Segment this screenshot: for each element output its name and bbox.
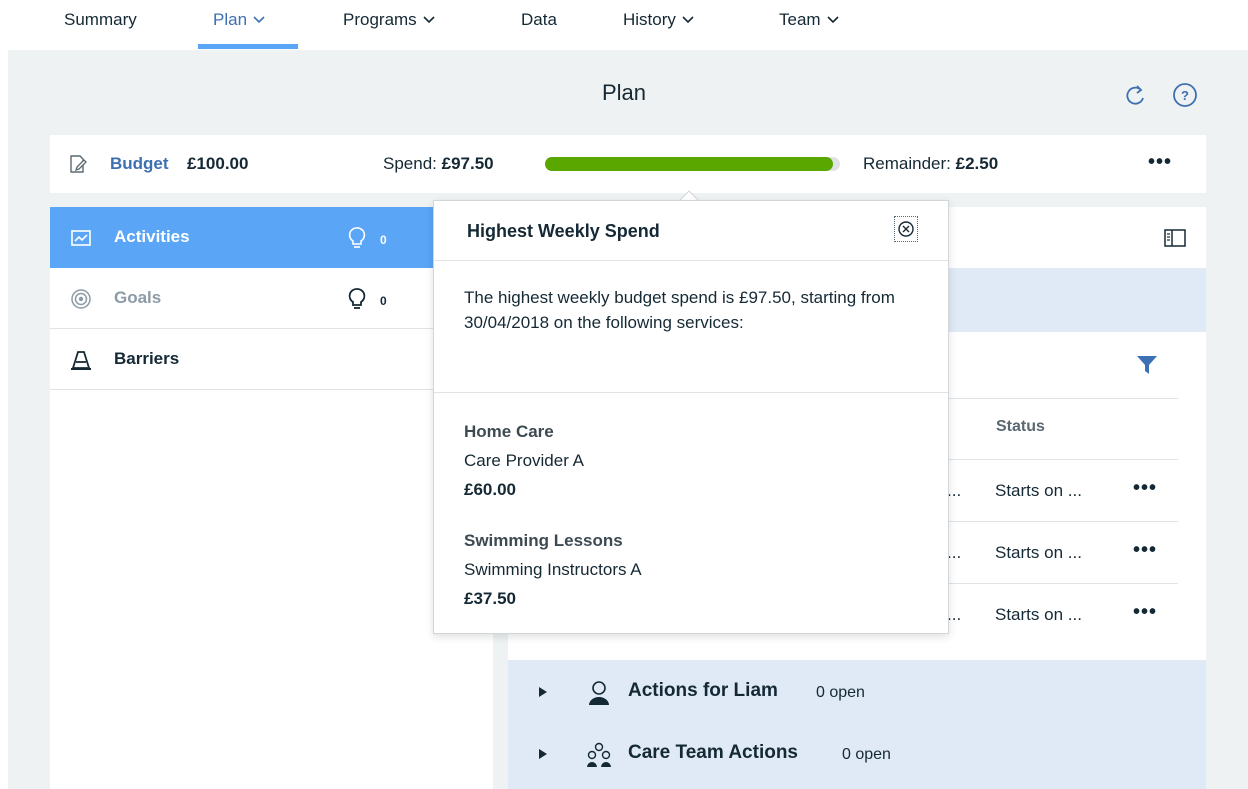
popover-title: Highest Weekly Spend: [467, 221, 660, 241]
sidebar-item-barriers[interactable]: Barriers: [50, 329, 493, 390]
remainder-label: Remainder: £2.50: [863, 154, 998, 174]
spend-progress-bar[interactable]: [545, 157, 840, 171]
budget-bar: Budget £100.00 Spend: £97.50 Remainder: …: [50, 135, 1206, 193]
page-title: Plan: [601, 80, 647, 105]
highest-weekly-spend-popover: Highest Weekly Spend The highest weekly …: [433, 200, 949, 634]
help-icon[interactable]: ?: [1172, 82, 1198, 108]
tab-history[interactable]: History: [623, 10, 694, 30]
tab-programs[interactable]: Programs: [343, 10, 435, 30]
row-overflow-menu-icon[interactable]: •••: [1133, 477, 1157, 500]
sidebar-item-label: Activities: [114, 227, 190, 246]
lightbulb-icon: [348, 288, 366, 309]
popover-description: The highest weekly budget spend is £97.5…: [464, 288, 895, 332]
care-team-actions-row[interactable]: Care Team Actions 0 open: [508, 726, 1206, 786]
table-cell-truncated: ...: [947, 481, 962, 500]
table-cell-status: Starts on ...: [995, 543, 1082, 562]
expand-caret-icon: [539, 687, 547, 697]
cone-icon: [71, 351, 91, 370]
tab-summary[interactable]: Summary: [64, 10, 137, 30]
tab-team[interactable]: Team: [779, 10, 839, 30]
service-amount: £37.50: [464, 589, 516, 608]
actions-section: Actions for Liam 0 open Care Team Action…: [508, 660, 1206, 789]
person-icon: [589, 681, 609, 705]
action-group-count: 0 open: [816, 684, 865, 701]
sidebar-item-goals[interactable]: Goals 0: [50, 268, 493, 329]
sidebar-item-count: 0: [380, 294, 387, 308]
service-provider: Swimming Instructors A: [464, 560, 642, 579]
remainder-value: £2.50: [955, 154, 999, 173]
filter-icon[interactable]: [1136, 354, 1158, 376]
budget-amount: £100.00: [187, 154, 249, 173]
table-cell-truncated: ...: [947, 605, 962, 624]
sidebar-item-count: 0: [380, 233, 387, 247]
spend-value: £97.50: [441, 154, 494, 173]
popover-divider: [434, 260, 948, 261]
close-button[interactable]: [894, 216, 918, 242]
chevron-down-icon: [827, 16, 839, 24]
top-navigation: Summary Plan Programs Data History Team: [0, 0, 1248, 50]
spend-caption: Spend:: [383, 154, 437, 173]
budget-overflow-menu-icon[interactable]: •••: [1148, 151, 1172, 174]
active-tab-indicator: [198, 44, 298, 49]
spend-progress-fill: [545, 157, 833, 171]
sidebar-item-label: Goals: [114, 288, 162, 307]
team-icon: [587, 742, 611, 767]
plan-sidebar: Activities 0 Goals 0 Barriers: [50, 207, 493, 789]
edit-document-icon[interactable]: [68, 154, 88, 174]
action-group-title: Actions for Liam: [628, 680, 778, 701]
sidebar-item-activities[interactable]: Activities 0: [50, 207, 493, 268]
expand-caret-icon: [539, 749, 547, 759]
service-name: Swimming Lessons: [464, 531, 623, 550]
close-icon: [898, 221, 914, 237]
action-group-count: 0 open: [842, 746, 891, 763]
table-cell-truncated: ...: [947, 543, 962, 562]
chevron-down-icon: [682, 16, 694, 24]
chevron-down-icon: [253, 16, 265, 24]
target-icon: [71, 289, 91, 309]
service-item: Home Care Care Provider A £60.00: [464, 417, 584, 504]
panel-toggle-icon[interactable]: [1164, 228, 1186, 248]
table-cell-status: Starts on ...: [995, 481, 1082, 500]
chevron-down-icon: [423, 16, 435, 24]
spend-label: Spend: £97.50: [383, 154, 494, 174]
service-amount: £60.00: [464, 480, 516, 499]
remainder-caption: Remainder:: [863, 154, 951, 173]
row-overflow-menu-icon[interactable]: •••: [1133, 539, 1157, 562]
tab-plan[interactable]: Plan: [213, 10, 265, 30]
svg-text:?: ?: [1181, 88, 1189, 103]
popover-divider: [434, 392, 948, 393]
service-provider: Care Provider A: [464, 451, 584, 470]
row-overflow-menu-icon[interactable]: •••: [1133, 601, 1157, 624]
service-item: Swimming Lessons Swimming Instructors A …: [464, 526, 642, 613]
status-column-header[interactable]: Status: [996, 418, 1045, 436]
budget-link[interactable]: Budget: [110, 154, 169, 174]
refresh-icon[interactable]: [1124, 80, 1148, 108]
sidebar-item-label: Barriers: [114, 349, 180, 368]
actions-for-person-row[interactable]: Actions for Liam 0 open: [508, 664, 1206, 724]
action-group-title: Care Team Actions: [628, 742, 798, 763]
activities-icon: [71, 230, 91, 246]
tab-data[interactable]: Data: [521, 10, 557, 30]
service-name: Home Care: [464, 422, 554, 441]
table-cell-status: Starts on ...: [995, 605, 1082, 624]
lightbulb-icon: [348, 227, 366, 248]
